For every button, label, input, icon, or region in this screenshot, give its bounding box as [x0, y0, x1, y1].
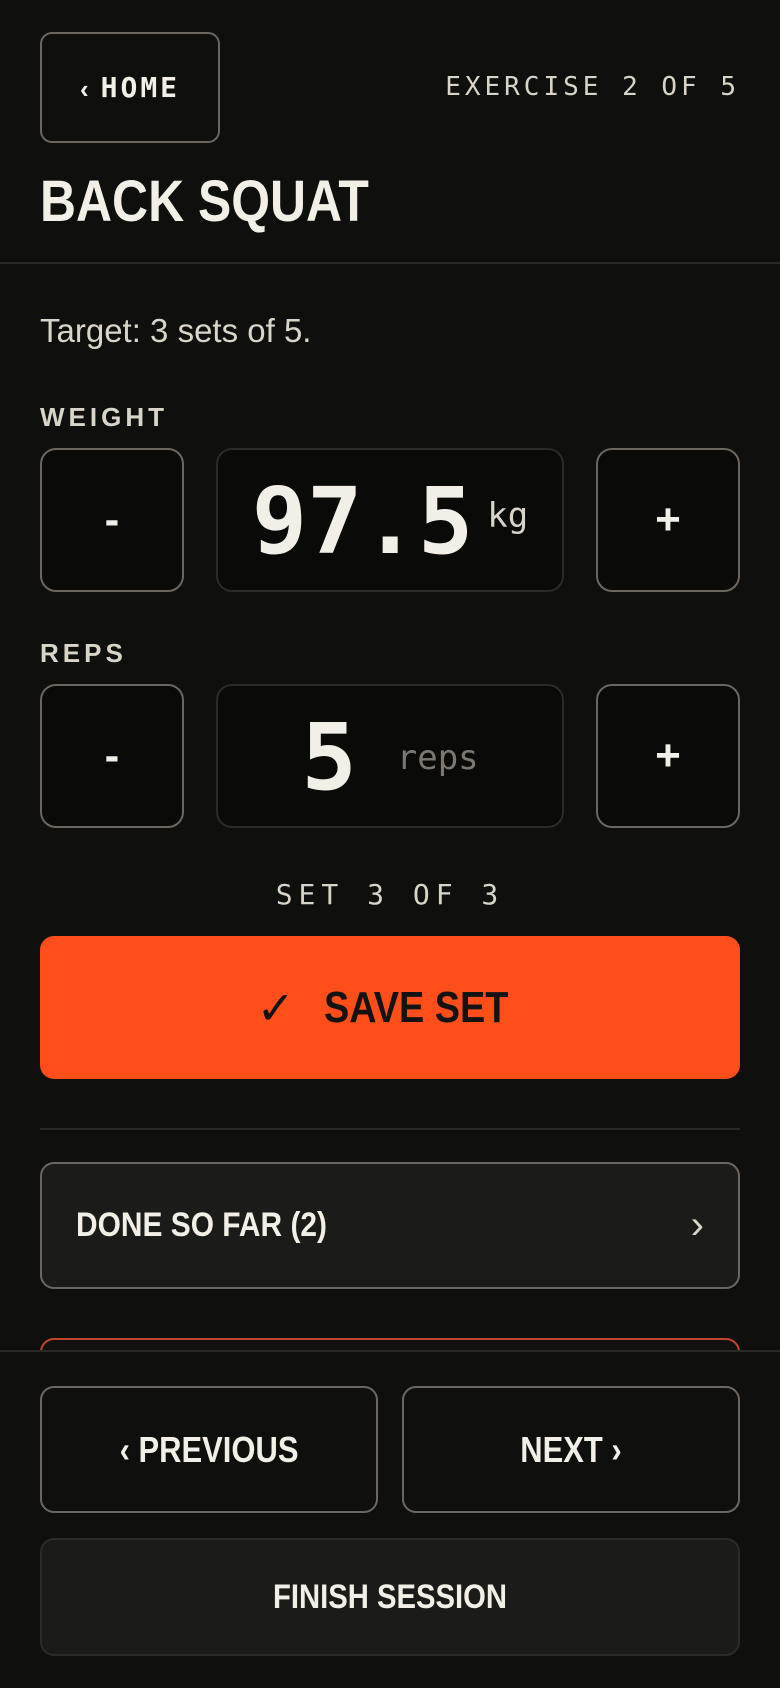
save-set-label: SAVE SET [324, 982, 509, 1032]
header: ‹ HOME EXERCISE 2 OF 5 BACK SQUAT [0, 0, 780, 264]
done-so-far-label: DONE SO FAR (2) [76, 1206, 328, 1244]
weight-value: 97.5 [251, 468, 474, 575]
home-button[interactable]: ‹ HOME [40, 32, 220, 143]
chevron-left-icon: ‹ [79, 74, 89, 104]
weight-unit: kg [487, 496, 529, 536]
finish-session-label: FINISH SESSION [273, 1577, 507, 1616]
page-title: BACK SQUAT [40, 169, 369, 234]
next-label: NEXT › [520, 1428, 622, 1470]
weight-decrease-button[interactable]: - [40, 448, 184, 592]
reps-increase-button[interactable]: + [596, 684, 740, 828]
home-button-label: HOME [100, 71, 181, 104]
save-set-button[interactable]: ✓ SAVE SET [40, 936, 740, 1079]
weight-label: WEIGHT [40, 402, 168, 432]
target-text: Target: 3 sets of 5. [40, 312, 312, 349]
plus-icon: + [655, 731, 681, 780]
next-button[interactable]: NEXT › [402, 1386, 740, 1513]
reps-value: 5 [301, 704, 357, 811]
exercise-progress: EXERCISE 2 OF 5 [445, 72, 740, 102]
set-indicator: SET 3 OF 3 [275, 878, 505, 911]
reps-value-display[interactable]: 5 reps [216, 684, 564, 828]
chevron-right-icon: › [690, 1203, 704, 1247]
check-icon: ✓ [256, 981, 296, 1034]
reps-unit: reps [396, 738, 479, 778]
reps-label: REPS [40, 638, 127, 668]
done-so-far-toggle[interactable]: DONE SO FAR (2) › [40, 1162, 740, 1289]
plus-icon: + [655, 495, 681, 544]
divider [40, 1128, 740, 1130]
weight-increase-button[interactable]: + [596, 448, 740, 592]
bottom-action-bar: ‹ PREVIOUS NEXT › FINISH SESSION [0, 1350, 780, 1688]
weight-value-display[interactable]: 97.5 kg [216, 448, 564, 592]
minus-icon: - [104, 495, 120, 544]
minus-icon: - [104, 731, 120, 780]
finish-session-button[interactable]: FINISH SESSION [40, 1538, 740, 1656]
reps-decrease-button[interactable]: - [40, 684, 184, 828]
previous-label: ‹ PREVIOUS [119, 1428, 299, 1470]
previous-button[interactable]: ‹ PREVIOUS [40, 1386, 378, 1513]
